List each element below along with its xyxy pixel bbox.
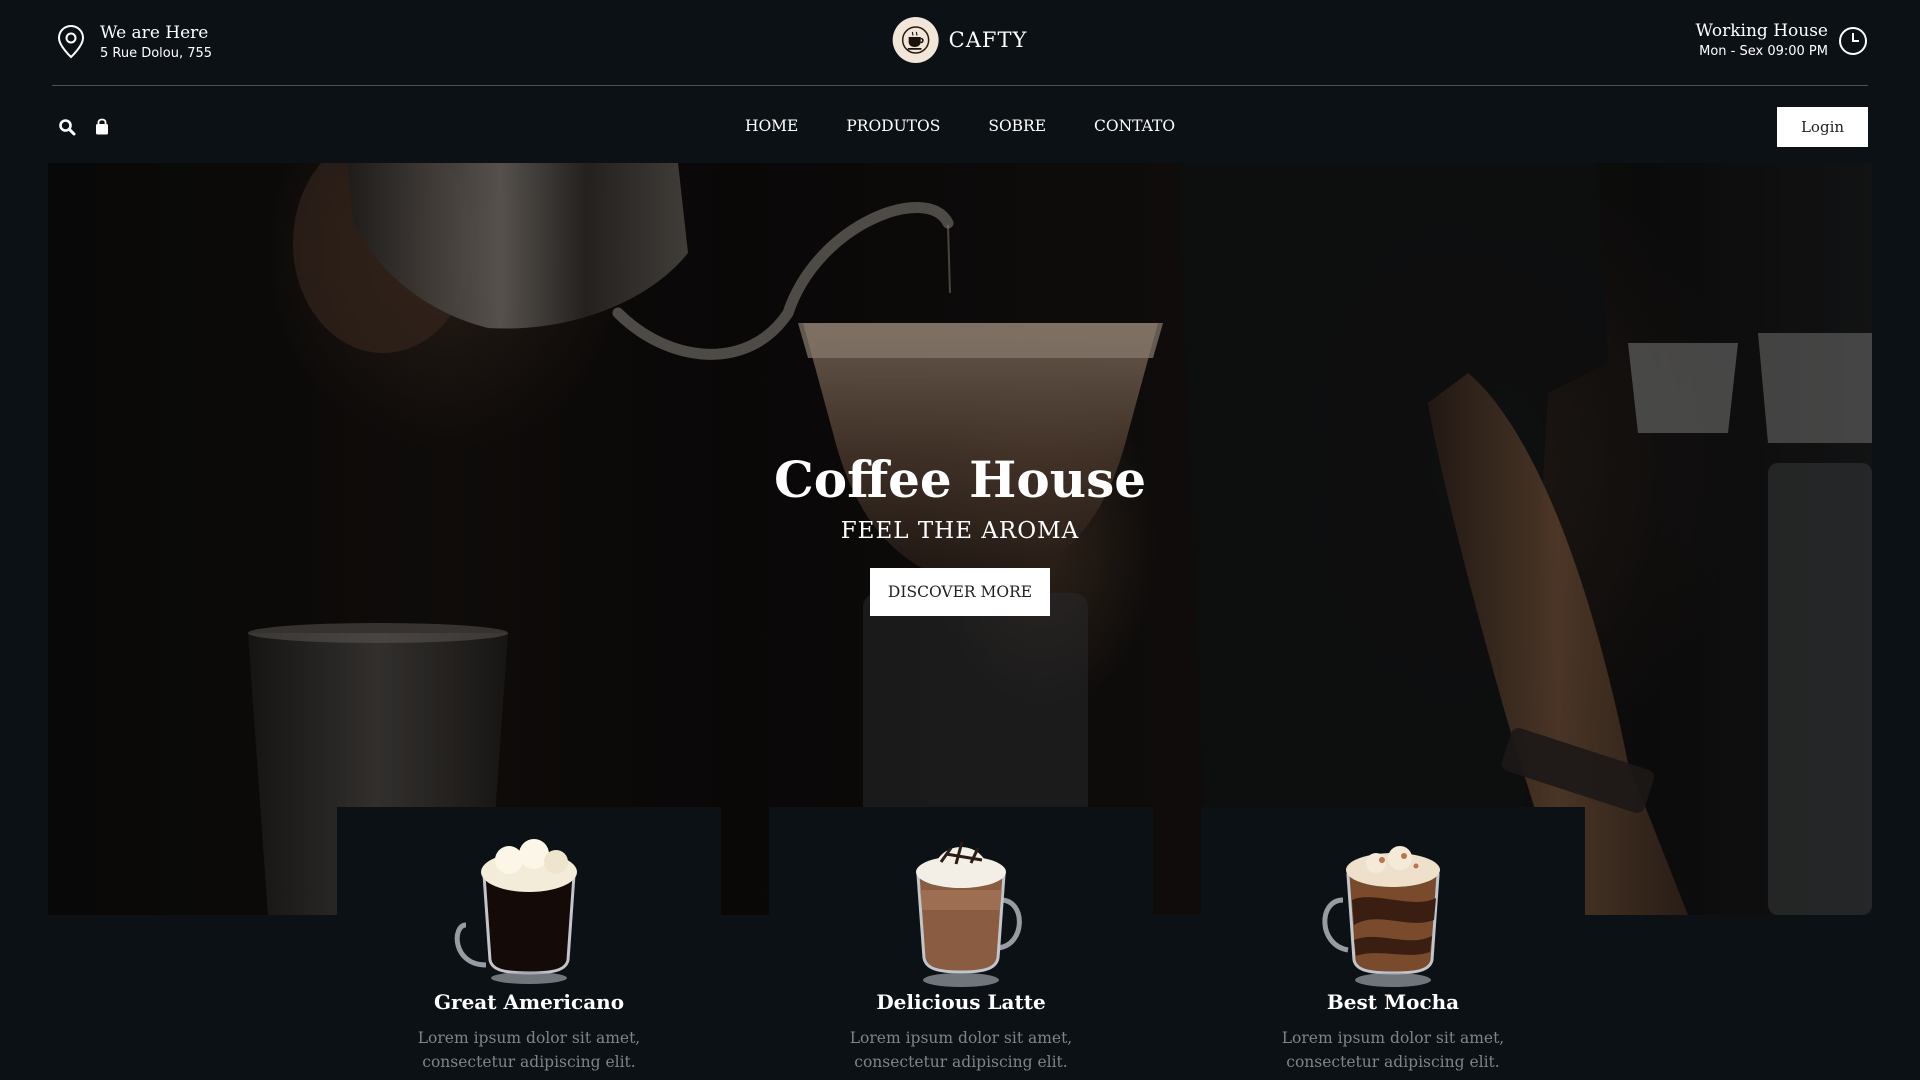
product-description: Lorem ipsum dolor sit amet, consectetur … xyxy=(1281,1029,1505,1071)
product-description: Lorem ipsum dolor sit amet, consectetur … xyxy=(849,1029,1073,1071)
brand-logo[interactable]: CAFTY xyxy=(892,17,1028,63)
main-navbar: HOME PRODUTOS SOBRE CONTATO Login xyxy=(52,107,1868,147)
mocha-image xyxy=(1322,846,1440,987)
product-cards: Great Americano Lorem ipsum dolor sit am… xyxy=(337,807,1585,1080)
product-card-mocha[interactable]: Best Mocha Lorem ipsum dolor sit amet, c… xyxy=(1201,807,1585,1080)
clock-icon xyxy=(1839,27,1867,55)
hours-title: Working House xyxy=(1695,21,1828,41)
product-card-americano[interactable]: Great Americano Lorem ipsum dolor sit am… xyxy=(337,807,721,1080)
americano-image xyxy=(454,839,577,984)
nav-menu: HOME PRODUTOS SOBRE CONTATO xyxy=(745,117,1175,135)
nav-sobre[interactable]: SOBRE xyxy=(988,117,1046,135)
nav-contato[interactable]: CONTATO xyxy=(1094,117,1175,135)
login-button[interactable]: Login xyxy=(1777,107,1868,147)
hours-schedule: Mon - Sex 09:00 PM xyxy=(1699,44,1828,59)
search-icon[interactable] xyxy=(58,118,76,136)
shopping-bag-icon[interactable] xyxy=(93,118,111,136)
product-card-latte[interactable]: Delicious Latte Lorem ipsum dolor sit am… xyxy=(769,807,1153,1080)
nav-home[interactable]: HOME xyxy=(745,117,798,135)
brand-name: CAFTY xyxy=(948,28,1028,52)
product-title: Delicious Latte xyxy=(876,990,1046,1014)
product-description: Lorem ipsum dolor sit amet, consectetur … xyxy=(417,1029,641,1071)
discover-more-button[interactable]: DISCOVER MORE xyxy=(870,568,1050,616)
map-pin-icon xyxy=(57,24,85,59)
nav-produtos[interactable]: PRODUTOS xyxy=(846,117,940,135)
latte-image xyxy=(916,841,1022,987)
top-info-bar: We are Here 5 Rue Dolou, 755 CAFTY Worki… xyxy=(52,0,1868,86)
working-hours-block: Working House Mon - Sex 09:00 PM xyxy=(1696,20,1868,61)
hero-section: Coffee House FEEL THE AROMA DISCOVER MOR… xyxy=(48,163,1872,915)
location-title: We are Here xyxy=(100,23,209,43)
location-address: 5 Rue Dolou, 755 xyxy=(100,46,213,61)
product-title: Best Mocha xyxy=(1326,990,1460,1014)
location-block: We are Here 5 Rue Dolou, 755 xyxy=(56,22,212,63)
nav-icon-group xyxy=(58,118,111,136)
hero-title: Coffee House xyxy=(773,450,1147,509)
hero-subtitle: FEEL THE AROMA xyxy=(840,518,1080,544)
product-title: Great Americano xyxy=(433,990,625,1014)
coffee-cup-icon xyxy=(892,17,939,63)
hero-content: Coffee House FEEL THE AROMA DISCOVER MOR… xyxy=(48,450,1872,616)
